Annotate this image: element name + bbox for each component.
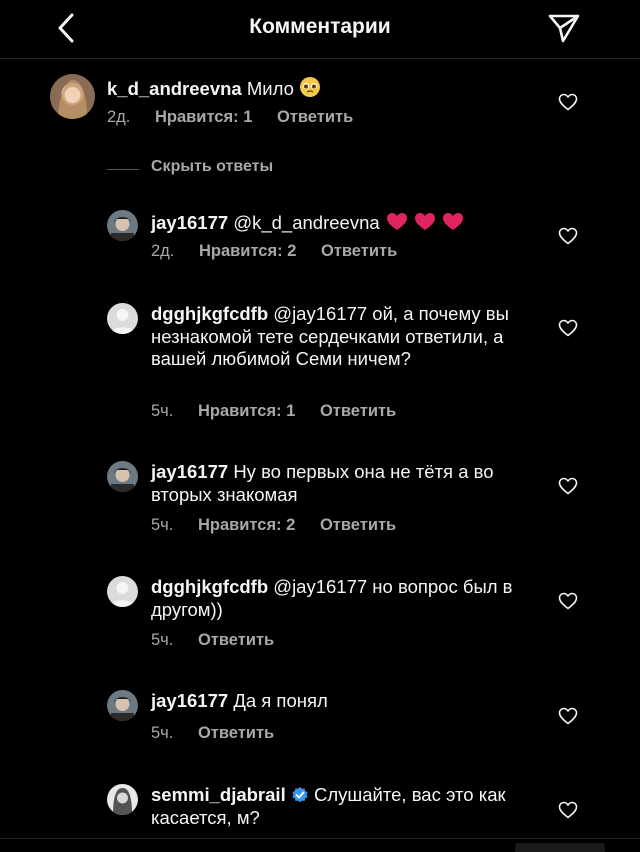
comment-time: 5ч. xyxy=(151,631,174,649)
like-heart-icon[interactable] xyxy=(558,801,578,819)
comment-username[interactable]: jay16177 xyxy=(151,212,228,233)
hide-replies-label[interactable]: Скрыть ответы xyxy=(151,158,273,176)
bottom-bar-edge xyxy=(515,843,605,852)
likes-count[interactable]: Нравится: 1 xyxy=(155,108,252,126)
reply-button[interactable]: Ответить xyxy=(198,724,274,742)
comment-text: @k_d_andreevna xyxy=(233,212,380,233)
comment-time: 2д. xyxy=(107,108,131,126)
like-heart-icon[interactable] xyxy=(558,477,578,495)
comment-username[interactable]: k_d_andreevna xyxy=(107,78,242,99)
like-heart-icon[interactable] xyxy=(558,227,578,245)
reply-button[interactable]: Ответить xyxy=(321,242,397,260)
comment-username[interactable]: dgghjkgfcdfb xyxy=(151,303,268,324)
avatar[interactable] xyxy=(50,74,95,119)
comment-time: 5ч. xyxy=(151,516,174,534)
default-avatar-icon[interactable] xyxy=(107,576,138,607)
top-bar: Комментарии xyxy=(0,0,640,59)
comment-text: Мило xyxy=(246,78,294,99)
comment-username[interactable]: semmi_djabrail xyxy=(151,784,286,805)
pleading-face-icon xyxy=(300,77,321,97)
avatar[interactable] xyxy=(107,784,138,815)
comment-text: Да я понял xyxy=(233,690,328,711)
comment-username[interactable]: jay16177 xyxy=(151,690,228,711)
comment-username[interactable]: dgghjkgfcdfb xyxy=(151,576,268,597)
reply-button[interactable]: Ответить xyxy=(320,516,396,534)
likes-count[interactable]: Нравится: 2 xyxy=(198,516,295,534)
likes-count[interactable]: Нравится: 2 xyxy=(199,242,296,260)
comment-time: 2д. xyxy=(151,242,175,260)
reply-button[interactable]: Ответить xyxy=(320,402,396,420)
comment-time: 5ч. xyxy=(151,724,174,742)
like-heart-icon[interactable] xyxy=(558,592,578,610)
avatar[interactable] xyxy=(107,461,138,492)
like-heart-icon[interactable] xyxy=(558,707,578,725)
reply-button[interactable]: Ответить xyxy=(198,631,274,649)
send-icon[interactable] xyxy=(546,11,582,45)
divider xyxy=(107,169,139,170)
reply-button[interactable]: Ответить xyxy=(277,108,353,126)
like-heart-icon[interactable] xyxy=(558,319,578,337)
comment-time: 5ч. xyxy=(151,402,174,420)
default-avatar-icon[interactable] xyxy=(107,303,138,334)
red-hearts-icon xyxy=(386,213,463,230)
verified-badge-icon xyxy=(292,787,308,803)
avatar[interactable] xyxy=(107,690,138,721)
divider xyxy=(0,838,640,839)
likes-count[interactable]: Нравится: 1 xyxy=(198,402,295,420)
page-title: Комментарии xyxy=(249,15,391,38)
like-heart-icon[interactable] xyxy=(558,93,578,111)
avatar[interactable] xyxy=(107,210,138,241)
comment-username[interactable]: jay16177 xyxy=(151,461,228,482)
